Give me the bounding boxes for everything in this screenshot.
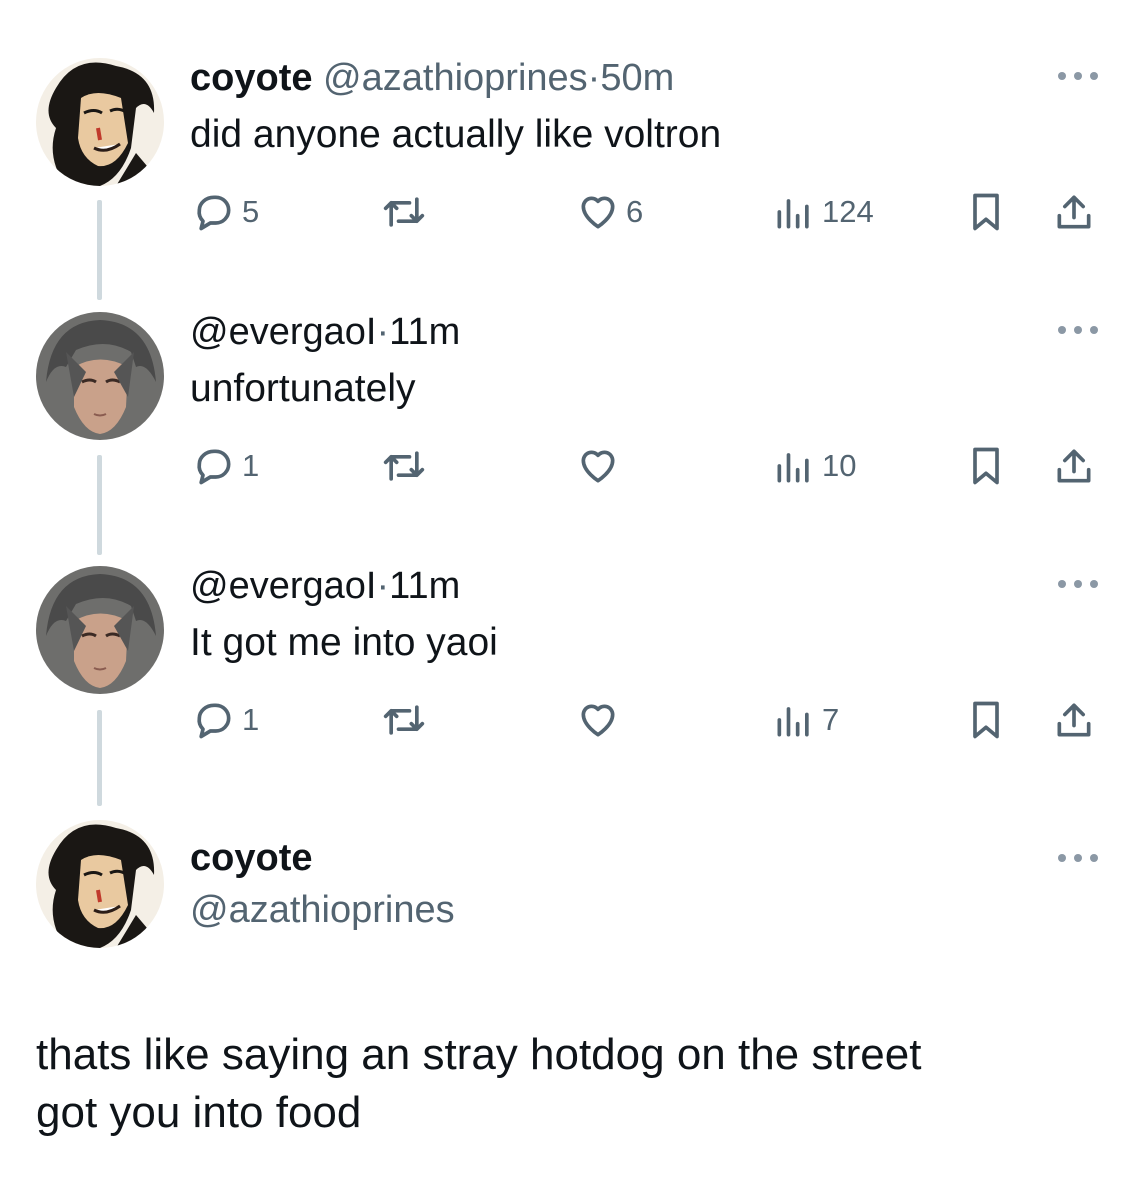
reply-count: 1 (242, 702, 260, 737)
view-count: 7 (822, 702, 840, 737)
retweet-button[interactable] (380, 444, 428, 488)
bookmark-button[interactable] (964, 698, 1008, 742)
tweet-header: coyote @azathioprines·50m (190, 56, 674, 100)
tweet-header: @evergaoI·11m (190, 310, 460, 354)
main-tweet-text-line: thats like saying an stray hotdog on the… (36, 1030, 922, 1079)
display-name[interactable]: coyote (190, 836, 455, 880)
retweet-arrows-icon (383, 705, 425, 735)
main-tweet-header: coyote @azathioprines (190, 836, 455, 932)
views-button[interactable]: 10 (772, 444, 856, 488)
heart-icon (581, 450, 615, 483)
user-handle[interactable]: @azathioprines (190, 888, 455, 932)
timestamp[interactable]: 11m (389, 565, 460, 607)
avatar[interactable] (36, 566, 164, 694)
tweet-text: unfortunately (190, 367, 416, 410)
display-name[interactable]: coyote (190, 57, 312, 99)
user-handle[interactable]: @evergaoI (190, 311, 376, 353)
views-button[interactable]: 124 (772, 190, 874, 234)
bookmark-icon (973, 447, 999, 485)
tweet-header: @evergaoI·11m (190, 564, 460, 608)
speech-bubble-icon (197, 703, 231, 739)
bookmark-icon (973, 701, 999, 739)
like-button[interactable] (576, 698, 626, 742)
retweet-arrows-icon (383, 197, 425, 227)
user-handle[interactable]: @azathioprines (323, 57, 588, 99)
separator-dot: · (376, 311, 390, 353)
avatar[interactable] (36, 820, 164, 948)
reply-button[interactable]: 1 (192, 444, 259, 488)
main-tweet-text-line: got you into food (36, 1088, 362, 1137)
share-upload-icon (1057, 195, 1091, 229)
share-button[interactable] (1052, 698, 1096, 742)
share-upload-icon (1057, 449, 1091, 483)
bar-chart-icon (777, 707, 809, 737)
avatar[interactable] (36, 312, 164, 440)
heart-icon (581, 196, 615, 229)
reply-count: 1 (242, 448, 260, 483)
action-bar: 1 10 (190, 444, 1100, 488)
more-options-icon[interactable] (1056, 70, 1100, 82)
retweet-arrows-icon (383, 451, 425, 481)
bookmark-button[interactable] (964, 444, 1008, 488)
user-handle[interactable]: @evergaoI (190, 565, 376, 607)
timestamp[interactable]: 50m (600, 57, 674, 99)
more-options-icon[interactable] (1056, 578, 1100, 590)
like-button[interactable] (576, 444, 626, 488)
thread-connector-line (97, 710, 102, 806)
bookmark-icon (973, 193, 999, 231)
main-tweet-text: thats like saying an stray hotdog on the… (36, 1026, 1096, 1142)
more-options-icon[interactable] (1056, 324, 1100, 336)
action-bar: 1 7 (190, 698, 1100, 742)
separator-dot: · (587, 57, 601, 99)
view-count: 124 (822, 194, 874, 229)
separator-dot: · (376, 565, 390, 607)
retweet-button[interactable] (380, 698, 428, 742)
reply-button[interactable]: 5 (192, 190, 259, 234)
share-button[interactable] (1052, 190, 1096, 234)
action-bar: 5 6 124 (190, 190, 1100, 234)
tweet-text: did anyone actually like voltron (190, 113, 722, 156)
tweet-text: It got me into yaoi (190, 621, 498, 664)
more-options-icon[interactable] (1056, 852, 1100, 864)
share-button[interactable] (1052, 444, 1096, 488)
bar-chart-icon (777, 199, 809, 229)
reply-count: 5 (242, 194, 260, 229)
avatar[interactable] (36, 58, 164, 186)
share-upload-icon (1057, 703, 1091, 737)
timestamp[interactable]: 11m (389, 311, 460, 353)
view-count: 10 (822, 448, 857, 483)
retweet-button[interactable] (380, 190, 428, 234)
bookmark-button[interactable] (964, 190, 1008, 234)
bar-chart-icon (777, 453, 809, 483)
thread-connector-line (97, 200, 102, 300)
like-button[interactable]: 6 (576, 190, 643, 234)
views-button[interactable]: 7 (772, 698, 839, 742)
speech-bubble-icon (197, 195, 231, 231)
like-count: 6 (626, 194, 644, 229)
heart-icon (581, 704, 615, 737)
reply-button[interactable]: 1 (192, 698, 259, 742)
thread-connector-line (97, 455, 102, 555)
speech-bubble-icon (197, 449, 231, 485)
